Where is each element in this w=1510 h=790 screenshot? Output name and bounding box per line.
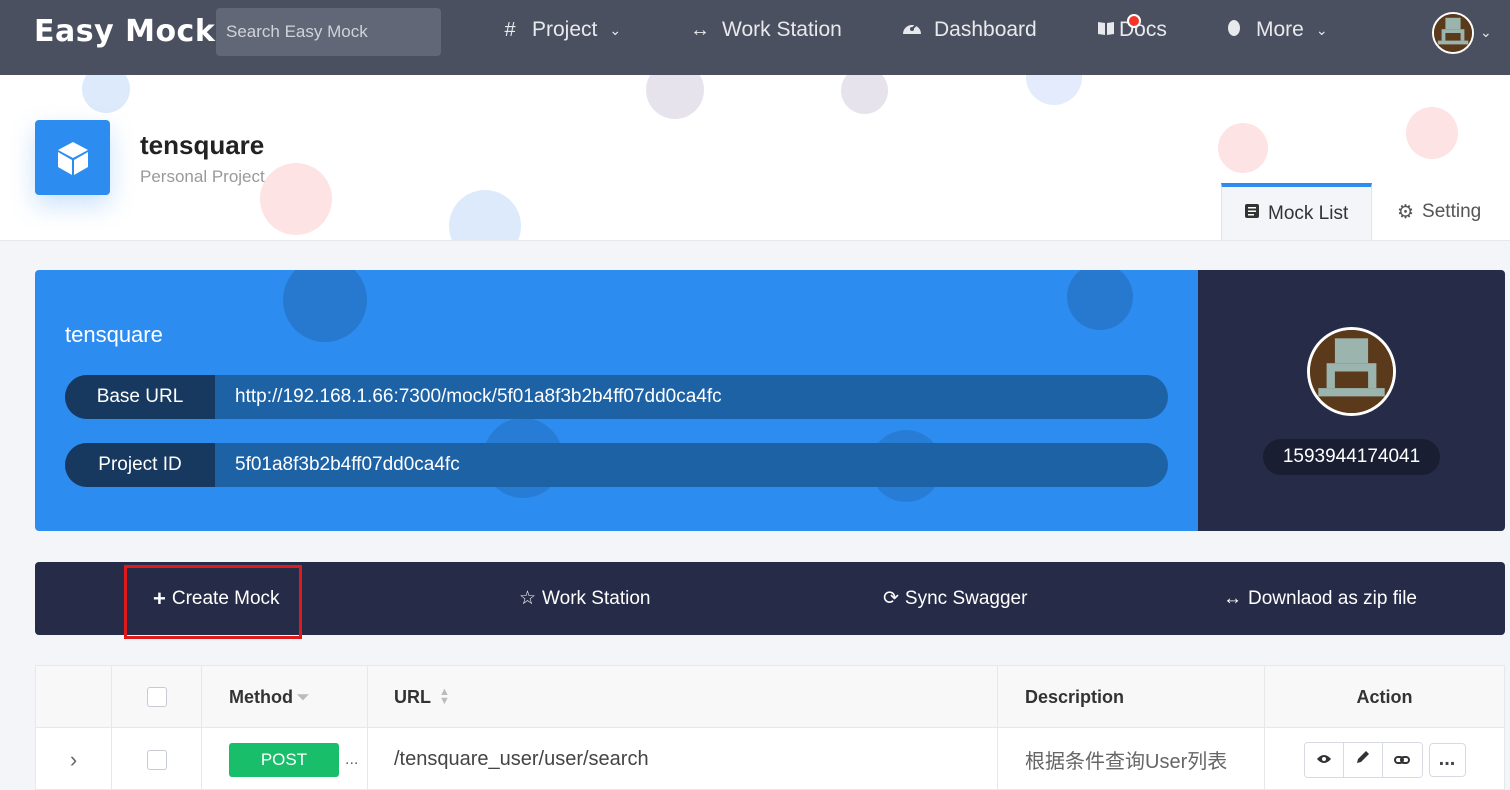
project-id-label: Project ID xyxy=(65,443,215,487)
link-icon xyxy=(1394,748,1410,771)
nav-more[interactable]: More ⌄ xyxy=(1222,18,1328,42)
chevron-down-icon: ⌄ xyxy=(1315,21,1328,38)
method-cell: POST ... xyxy=(202,728,368,790)
sort-icon[interactable]: ▲ ▼ xyxy=(439,687,450,707)
copy-link-button[interactable] xyxy=(1382,742,1422,777)
avatar xyxy=(1307,327,1396,416)
workstation-label: Work Station xyxy=(542,587,651,609)
url-header: URL ▲ ▼ xyxy=(368,666,998,728)
decor-bubble xyxy=(449,190,521,240)
decor-bubble xyxy=(1406,107,1458,159)
description-cell: 根据条件查询User列表 xyxy=(998,728,1265,790)
pencil-icon xyxy=(1355,748,1371,771)
url-header-label: URL xyxy=(394,686,431,707)
project-type: Personal Project xyxy=(140,167,265,186)
search-input[interactable] xyxy=(216,8,441,56)
row-select-cell xyxy=(112,728,202,790)
filter-icon[interactable]: ⏷ xyxy=(297,689,309,706)
tab-label: Mock List xyxy=(1268,203,1349,224)
action-button-group xyxy=(1303,741,1423,778)
tab-label: Setting xyxy=(1422,201,1482,222)
decor-bubble xyxy=(1026,75,1082,105)
decor-bubble xyxy=(646,75,704,119)
url-cell[interactable]: /tensquare_user/user/search xyxy=(368,728,998,790)
base-url-value[interactable]: http://192.168.1.66:7300/mock/5f01a8f3b2… xyxy=(215,386,722,408)
decor-bubble xyxy=(260,163,332,235)
dashboard-icon xyxy=(900,18,924,42)
edit-button[interactable] xyxy=(1343,742,1383,777)
base-url-label: Base URL xyxy=(65,375,215,419)
workstation-button[interactable]: ☆ Work Station xyxy=(519,562,650,635)
select-all-checkbox[interactable] xyxy=(146,687,167,707)
table-header: Method ⏷ URL ▲ ▼ Description Action xyxy=(36,666,1504,728)
method-header: Method ⏷ xyxy=(202,666,368,728)
project-header: tensquare Personal Project Mock List ⚙ S… xyxy=(0,75,1510,241)
hash-icon: # xyxy=(504,18,516,41)
chevron-down-icon[interactable]: ⌄ xyxy=(1480,24,1492,41)
sync-swagger-label: Sync Swagger xyxy=(904,587,1028,609)
preview-button[interactable] xyxy=(1304,742,1344,777)
user-id: 1593944174041 xyxy=(1263,439,1440,475)
project-id-row: Project ID 5f01a8f3b2b4ff07dd0ca4fc xyxy=(65,443,1168,487)
decor-bubble xyxy=(82,75,130,113)
download-zip-label: Downlaod as zip file xyxy=(1248,587,1417,609)
page-title: tensquare xyxy=(140,130,265,160)
project-id-value[interactable]: 5f01a8f3b2b4ff07dd0ca4fc xyxy=(215,454,460,476)
owner-card: 1593944174041 xyxy=(1198,270,1505,531)
decor-bubble xyxy=(1067,270,1133,330)
download-zip-button[interactable]: ↔ Downlaod as zip file xyxy=(1223,562,1417,635)
mock-table: Method ⏷ URL ▲ ▼ Description Action › POS… xyxy=(35,665,1505,790)
top-nav: Easy Mock # Project ⌄ ↔ Work Station Das… xyxy=(0,0,1510,75)
tab-mock-list[interactable]: Mock List xyxy=(1221,183,1372,240)
method-header-label: Method xyxy=(229,686,293,707)
gear-icon: ⚙ xyxy=(1397,201,1415,223)
cube-icon xyxy=(35,120,110,195)
nav-docs[interactable]: Docs xyxy=(1097,14,1167,42)
star-icon: ☆ xyxy=(519,588,537,609)
avatar[interactable] xyxy=(1432,12,1474,54)
book-icon xyxy=(1097,19,1115,42)
nav-dashboard-label: Dashboard xyxy=(934,18,1037,41)
logo[interactable]: Easy Mock xyxy=(34,14,215,49)
row-checkbox[interactable] xyxy=(146,749,167,770)
tab-setting[interactable]: ⚙ Setting xyxy=(1375,183,1503,240)
list-icon xyxy=(1244,203,1260,225)
expand-header xyxy=(36,666,112,728)
nav-dashboard[interactable]: Dashboard xyxy=(900,18,1037,42)
nav-workstation-label: Work Station xyxy=(722,18,842,41)
expand-row-icon[interactable]: › xyxy=(36,728,112,790)
drop-icon xyxy=(1222,18,1246,42)
chevron-down-icon: ⌄ xyxy=(609,21,622,38)
method-suffix: ... xyxy=(345,750,359,768)
nav-project-label: Project xyxy=(532,18,598,41)
description-header-label: Description xyxy=(1025,686,1125,707)
nav-more-label: More xyxy=(1256,18,1304,41)
project-info-card: tensquare Base URL http://192.168.1.66:7… xyxy=(35,270,1198,531)
action-header: Action xyxy=(1265,666,1504,728)
description-header: Description xyxy=(998,666,1265,728)
select-all-header xyxy=(112,666,202,728)
decor-bubble xyxy=(841,75,888,114)
project-info-title: tensquare xyxy=(65,322,163,347)
action-header-label: Action xyxy=(1356,686,1413,707)
method-badge: POST xyxy=(229,742,339,777)
more-actions-button[interactable]: ... xyxy=(1428,742,1466,777)
decor-bubble xyxy=(1218,123,1268,173)
nav-project[interactable]: # Project ⌄ xyxy=(498,18,621,42)
notification-dot xyxy=(1127,14,1141,28)
decor-bubble xyxy=(283,270,367,342)
nav-workstation[interactable]: ↔ Work Station xyxy=(688,18,842,42)
eye-icon xyxy=(1316,748,1332,771)
sync-swagger-button[interactable]: ⟳ Sync Swagger xyxy=(883,562,1027,635)
sync-icon: ⟳ xyxy=(883,588,899,609)
code-icon: ↔ xyxy=(690,18,710,41)
highlight-box xyxy=(124,565,302,639)
action-cell: ... xyxy=(1265,728,1504,790)
code-icon: ↔ xyxy=(1223,587,1242,609)
base-url-row: Base URL http://192.168.1.66:7300/mock/5… xyxy=(65,375,1168,419)
